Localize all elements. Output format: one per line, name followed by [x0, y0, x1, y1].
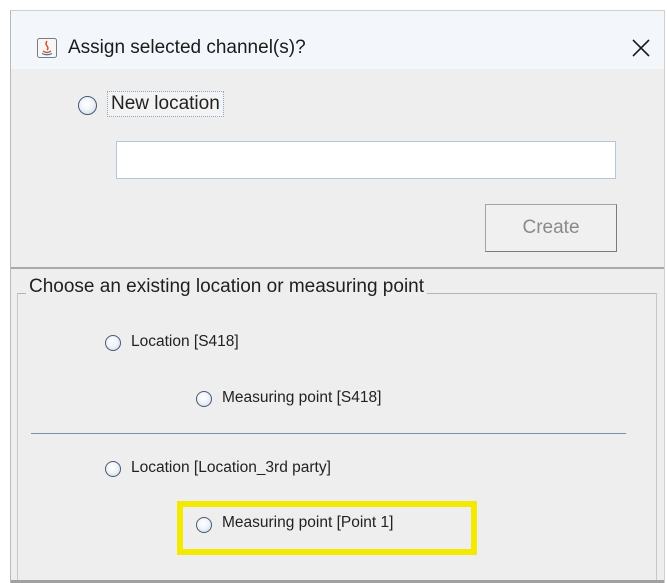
group-title: Choose an existing location or measuring… [26, 276, 428, 298]
dialog-title: Assign selected channel(s)? [68, 37, 306, 58]
java-app-icon [37, 38, 57, 58]
close-icon [632, 39, 650, 57]
section-divider [11, 267, 664, 269]
new-location-label[interactable]: New location [107, 91, 224, 117]
measuring-point-1-radio[interactable] [196, 517, 212, 533]
title-bar: Assign selected channel(s)? [11, 11, 664, 69]
location-s418-label[interactable]: Location [S418] [131, 333, 239, 351]
create-button[interactable]: Create [485, 204, 617, 252]
measuring-point-1-label[interactable]: Measuring point [Point 1] [222, 514, 393, 532]
location-3rd-party-label[interactable]: Location [Location_3rd party] [131, 459, 331, 477]
new-location-radio[interactable] [78, 96, 97, 115]
measuring-point-s418-label[interactable]: Measuring point [S418] [222, 389, 381, 407]
location-s418-radio[interactable] [105, 335, 121, 351]
options-separator [31, 433, 626, 434]
close-button[interactable] [624, 31, 658, 65]
location-3rd-party-radio[interactable] [105, 461, 121, 477]
measuring-point-s418-radio[interactable] [196, 391, 212, 407]
assign-channel-dialog: Assign selected channel(s)? New location… [10, 10, 665, 583]
new-location-input[interactable] [116, 141, 616, 179]
